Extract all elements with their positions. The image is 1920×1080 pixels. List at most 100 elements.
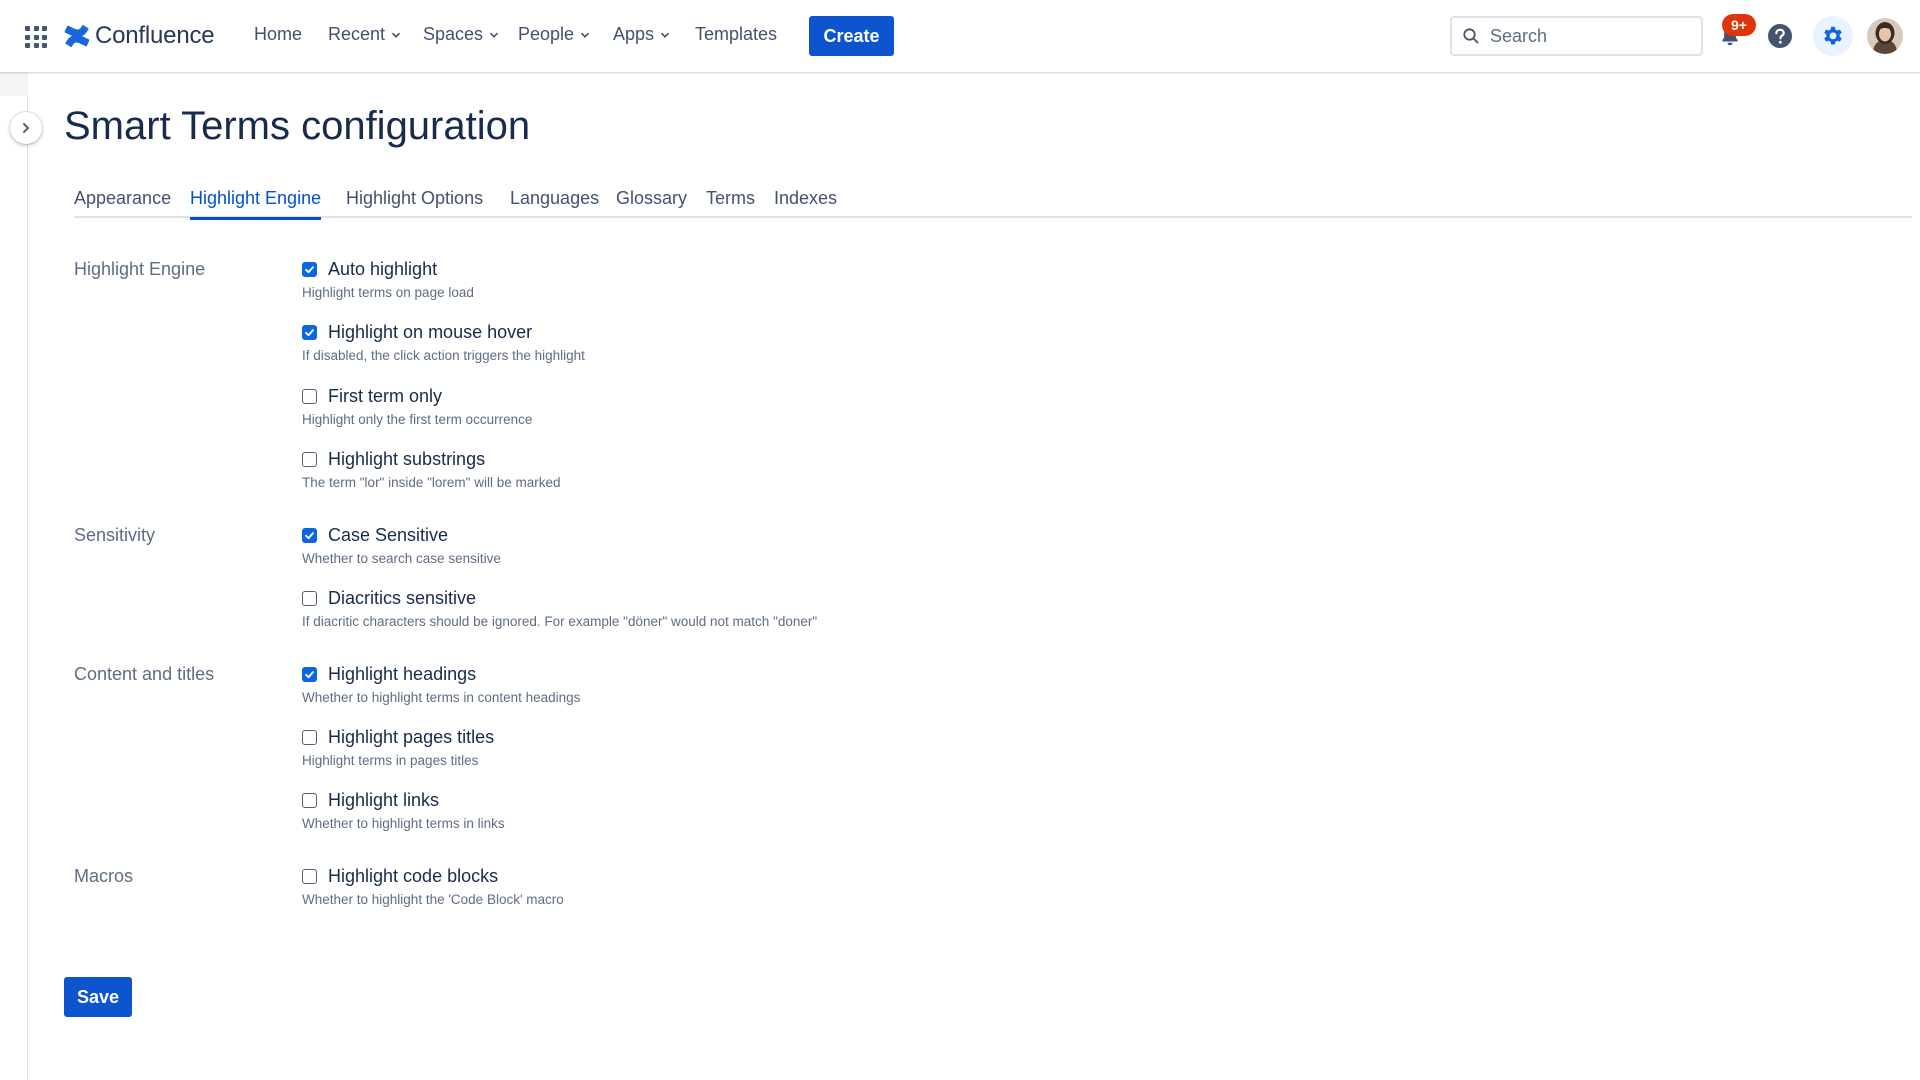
option-highlight-pages-titles: Highlight pages titles Highlight terms i… — [302, 725, 494, 768]
option-row[interactable]: Highlight pages titles — [302, 725, 494, 749]
checkbox[interactable] — [302, 666, 317, 682]
option-description: Whether to highlight terms in links — [302, 816, 505, 831]
tab-highlight-options[interactable]: Highlight Options — [346, 186, 483, 218]
nav-apps[interactable]: Apps — [613, 24, 670, 45]
chevron-down-icon — [489, 32, 499, 38]
group-label-macros: Macros — [74, 866, 134, 886]
option-highlight-substrings: Highlight substrings The term "lor" insi… — [302, 447, 561, 490]
option-case-sensitive: Case Sensitive Whether to search case se… — [302, 523, 501, 566]
page-title: Smart Terms configuration — [64, 104, 531, 148]
nav-recent[interactable]: Recent — [328, 24, 401, 45]
nav-spaces-label: Spaces — [423, 24, 484, 44]
option-row[interactable]: Diacritics sensitive — [302, 586, 817, 610]
option-row[interactable]: Highlight headings — [302, 662, 580, 686]
option-label: Highlight on mouse hover — [328, 321, 533, 342]
tab-highlight-engine[interactable]: Highlight Engine — [190, 186, 322, 220]
app-switcher-grid-icon[interactable] — [25, 26, 47, 48]
chevron-down-icon — [660, 32, 670, 38]
settings-button[interactable] — [1813, 16, 1853, 56]
option-row[interactable]: Highlight on mouse hover — [302, 320, 585, 344]
nav-home-label: Home — [254, 24, 303, 44]
chevron-down-icon — [580, 32, 590, 38]
checkbox[interactable] — [302, 868, 317, 884]
confluence-logo[interactable]: Confluence — [64, 21, 215, 51]
checkmark-icon — [305, 670, 314, 678]
user-avatar[interactable] — [1867, 18, 1903, 54]
option-row[interactable]: Case Sensitive — [302, 523, 501, 547]
checkbox[interactable] — [302, 527, 317, 543]
option-label: Highlight substrings — [328, 448, 486, 469]
chevron-right-icon — [23, 123, 30, 133]
search-field[interactable] — [1450, 16, 1703, 56]
expand-sidebar-button[interactable] — [10, 112, 42, 144]
tab-terms[interactable]: Terms — [706, 186, 755, 218]
confluence-logo-icon — [64, 24, 90, 48]
create-button[interactable]: Create — [809, 16, 894, 56]
avatar-image — [1867, 18, 1903, 54]
option-description: The term "lor" inside "lorem" will be ma… — [302, 475, 561, 490]
chevron-down-icon — [391, 32, 401, 38]
option-description: Highlight terms on page load — [302, 285, 474, 300]
checkbox[interactable] — [302, 792, 317, 808]
option-row[interactable]: Highlight links — [302, 788, 505, 812]
option-row[interactable]: First term only — [302, 384, 532, 408]
gear-icon — [1824, 26, 1842, 45]
nav-templates-label: Templates — [695, 24, 778, 44]
search-icon — [1463, 28, 1479, 44]
option-row[interactable]: Auto highlight — [302, 257, 474, 281]
option-first-term-only: First term only Highlight only the first… — [302, 384, 532, 427]
option-row[interactable]: Highlight substrings — [302, 447, 561, 471]
nav-people[interactable]: People — [518, 24, 590, 45]
option-description: If disabled, the click action triggers t… — [302, 348, 585, 363]
group-label-sensitivity: Sensitivity — [74, 525, 156, 545]
option-label: First term only — [328, 385, 443, 406]
checkmark-icon — [305, 328, 314, 336]
checkbox[interactable] — [302, 451, 317, 467]
nav-home[interactable]: Home — [254, 24, 302, 45]
checkmark-icon — [305, 265, 314, 273]
option-highlight-on-mouse-hover: Highlight on mouse hover If disabled, th… — [302, 320, 585, 363]
nav-spaces[interactable]: Spaces — [423, 24, 499, 45]
save-button[interactable]: Save — [64, 977, 132, 1017]
option-label: Highlight pages titles — [328, 726, 495, 747]
settings-tabs: Appearance Highlight Engine Highlight Op… — [74, 186, 1912, 220]
search-input[interactable] — [1490, 25, 1690, 47]
checkbox[interactable] — [302, 261, 317, 277]
option-label: Auto highlight — [328, 258, 438, 279]
group-label-highlight-engine: Highlight Engine — [74, 259, 206, 279]
option-description: Highlight only the first term occurrence — [302, 412, 533, 427]
checkbox[interactable] — [302, 729, 317, 745]
option-highlight-code-blocks: Highlight code blocks Whether to highlig… — [302, 864, 564, 907]
option-description: If diacritic characters should be ignore… — [302, 614, 818, 629]
option-auto-highlight: Auto highlight Highlight terms on page l… — [302, 257, 474, 300]
option-highlight-links: Highlight links Whether to highlight ter… — [302, 788, 505, 831]
brand-name: Confluence — [95, 22, 215, 49]
tab-glossary[interactable]: Glossary — [616, 186, 687, 218]
option-label: Diacritics sensitive — [328, 587, 477, 608]
tab-languages[interactable]: Languages — [510, 186, 599, 218]
option-label: Case Sensitive — [328, 524, 449, 545]
help-button[interactable] — [1762, 18, 1798, 54]
nav-people-label: People — [518, 24, 575, 44]
option-highlight-headings: Highlight headings Whether to highlight … — [302, 662, 580, 705]
option-label: Highlight code blocks — [328, 865, 499, 886]
checkmark-icon — [305, 531, 314, 539]
checkbox[interactable] — [302, 388, 317, 404]
group-label-content-and-titles: Content and titles — [74, 664, 215, 684]
checkbox[interactable] — [302, 324, 317, 340]
option-description: Highlight terms in pages titles — [302, 753, 479, 768]
notifications-count-badge: 9+ — [1722, 14, 1756, 36]
option-label: Highlight links — [328, 789, 440, 810]
nav-apps-label: Apps — [613, 24, 655, 44]
option-diacritics-sensitive: Diacritics sensitive If diacritic charac… — [302, 586, 817, 629]
option-description: Whether to highlight terms in content he… — [302, 690, 581, 705]
nav-templates[interactable]: Templates — [695, 24, 777, 45]
option-row[interactable]: Highlight code blocks — [302, 864, 564, 888]
tab-indexes[interactable]: Indexes — [774, 186, 837, 218]
option-description: Whether to search case sensitive — [302, 551, 501, 566]
tab-appearance[interactable]: Appearance — [74, 186, 171, 218]
nav-recent-label: Recent — [328, 24, 386, 44]
left-sidebar-header-strip — [0, 72, 28, 96]
checkbox[interactable] — [302, 590, 317, 606]
top-navigation: Confluence Home Recent Spaces People App… — [0, 0, 1920, 72]
